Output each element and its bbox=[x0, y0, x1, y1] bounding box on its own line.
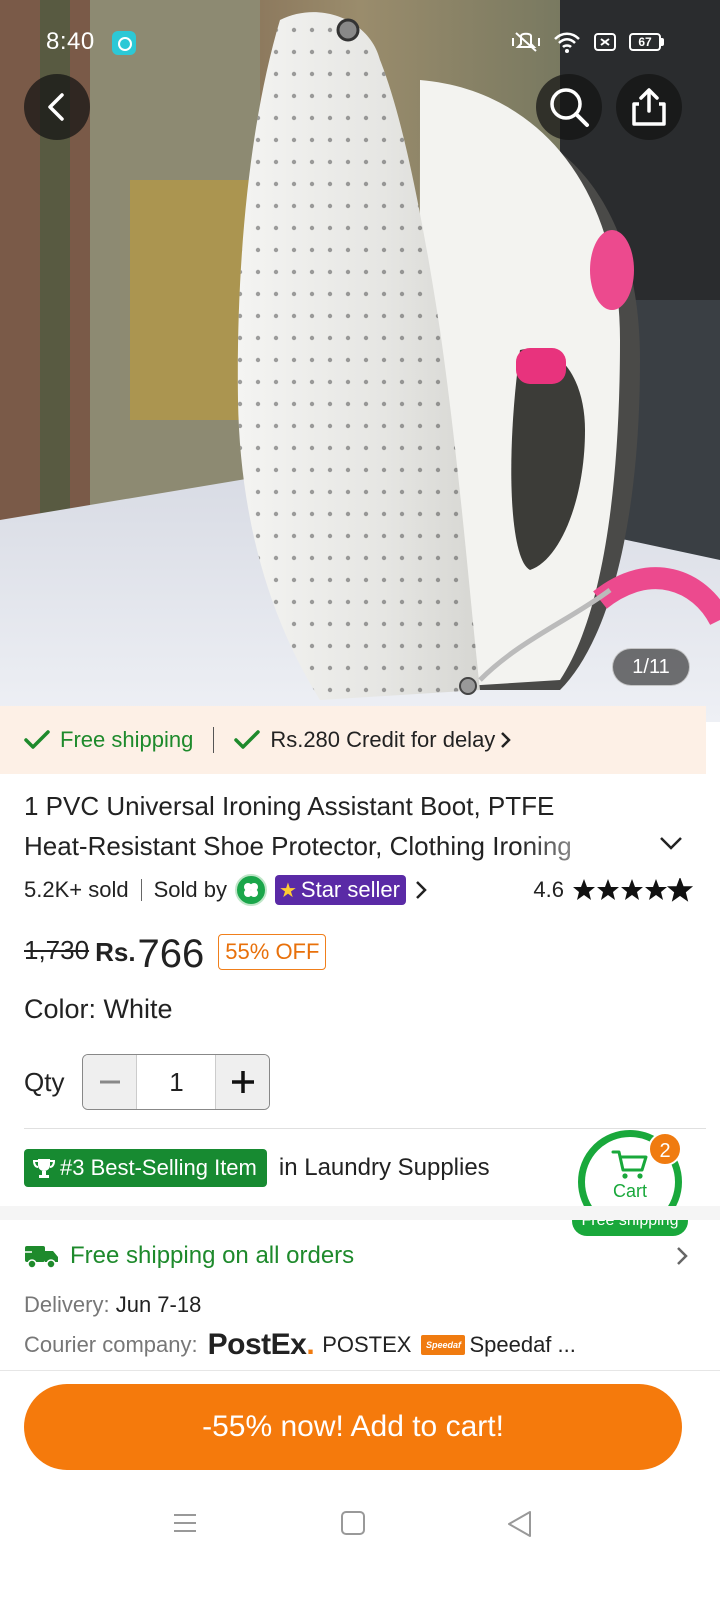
status-bar: 8:40 67 bbox=[0, 0, 720, 88]
minus-icon bbox=[99, 1080, 120, 1084]
courier-speedaf: Speedaf ... bbox=[469, 1332, 576, 1357]
menu-nav-icon[interactable] bbox=[172, 1510, 198, 1536]
free-shipping-row[interactable]: Free shipping on all orders bbox=[24, 1236, 690, 1276]
delivery-value: Jun 7-18 bbox=[115, 1292, 202, 1317]
free-shipping-label: Free shipping bbox=[60, 727, 194, 752]
courier-label: Courier company: bbox=[24, 1332, 198, 1357]
bestseller-label: #3 Best-Selling Item bbox=[60, 1155, 257, 1180]
add-to-cart-button[interactable]: -55% now! Add to cart! bbox=[24, 1384, 682, 1470]
speedaf-logo: Speedaf bbox=[421, 1335, 466, 1355]
original-price: 1,730 bbox=[24, 935, 90, 965]
back-button[interactable] bbox=[24, 74, 90, 140]
status-time: 8:40 bbox=[46, 28, 95, 55]
qty-label: Qty bbox=[24, 1066, 65, 1097]
chevron-right-icon[interactable] bbox=[414, 879, 428, 901]
cart-count-badge: 2 bbox=[648, 1132, 682, 1166]
floating-cart-button[interactable]: Cart 2 Free shipping bbox=[572, 1128, 688, 1238]
shipping-benefits-strip[interactable]: Free shipping Rs.280 Credit for delay bbox=[0, 706, 706, 774]
courier-postex: POSTEX bbox=[322, 1332, 412, 1357]
check-icon bbox=[24, 730, 50, 749]
price-row: 1,730 Rs. 766 55% OFF bbox=[24, 922, 327, 978]
product-meta-row: 5.2K+ sold Sold by ★ Star seller 4.6 bbox=[24, 868, 694, 912]
app-notification-icon bbox=[112, 31, 136, 55]
star-seller-badge[interactable]: ★ Star seller bbox=[274, 875, 406, 905]
search-icon bbox=[550, 88, 589, 127]
product-image-gallery[interactable]: 8:40 67 1/11 bbox=[0, 0, 720, 722]
sold-by-label: Sold by bbox=[153, 877, 227, 902]
divider bbox=[0, 1370, 720, 1371]
cart-label: Cart bbox=[612, 1180, 647, 1201]
chevron-right-icon bbox=[677, 1247, 688, 1265]
screen-record-icon bbox=[594, 33, 616, 51]
delivery-truck-icon bbox=[24, 1246, 58, 1269]
star-seller-label: Star seller bbox=[300, 877, 400, 902]
search-button[interactable] bbox=[536, 74, 602, 140]
currency: Rs. bbox=[95, 937, 136, 967]
divider bbox=[140, 879, 142, 901]
sold-count: 5.2K+ sold bbox=[24, 877, 129, 902]
battery-level: 67 bbox=[629, 33, 661, 51]
expand-title-chevron-down-icon[interactable] bbox=[656, 828, 686, 858]
bestseller-category: in Laundry Supplies bbox=[278, 1154, 490, 1181]
rating[interactable]: 4.6 bbox=[533, 877, 694, 903]
image-counter: 1/11 bbox=[612, 648, 690, 686]
battery-icon: 67 bbox=[629, 33, 664, 51]
system-navigation-bar bbox=[0, 1490, 720, 1600]
courier-row: Courier company: PostEx. POSTEX Speedaf … bbox=[24, 1326, 586, 1364]
product-photo-iron bbox=[0, 0, 720, 722]
rating-stars-icon bbox=[573, 878, 694, 902]
delay-credit-label: Rs.280 Credit for delay bbox=[270, 727, 496, 752]
delay-credit-link[interactable]: Rs.280 Credit for delay bbox=[270, 727, 513, 753]
increase-qty-button[interactable] bbox=[215, 1055, 270, 1109]
back-nav-icon[interactable] bbox=[506, 1510, 534, 1538]
delivery-label: Delivery: bbox=[24, 1292, 110, 1317]
delivery-estimate: Delivery: Jun 7-18 bbox=[24, 1292, 201, 1318]
qty-input[interactable]: 1 bbox=[137, 1055, 215, 1109]
discount-badge: 55% OFF bbox=[218, 934, 327, 970]
chevron-right-icon bbox=[501, 732, 512, 748]
home-nav-icon[interactable] bbox=[340, 1510, 366, 1536]
postex-logo: PostEx. bbox=[207, 1328, 315, 1361]
wifi-icon bbox=[554, 32, 580, 53]
plus-icon bbox=[231, 1071, 254, 1093]
back-arrow-icon bbox=[48, 93, 64, 121]
quantity-stepper: 1 bbox=[82, 1054, 271, 1110]
bestseller-row[interactable]: #3 Best-Selling Item in Laundry Supplies bbox=[24, 1148, 490, 1188]
sale-price: 766 bbox=[137, 932, 205, 976]
mute-vibrate-icon bbox=[512, 32, 540, 52]
free-shipping-all-label: Free shipping on all orders bbox=[70, 1242, 355, 1269]
cart-icon bbox=[611, 1150, 648, 1179]
share-button[interactable] bbox=[616, 74, 682, 140]
quantity-row: Qty 1 bbox=[24, 1054, 271, 1110]
share-icon bbox=[632, 88, 666, 126]
trophy-icon bbox=[32, 1159, 56, 1178]
section-divider bbox=[0, 1206, 720, 1220]
divider bbox=[213, 727, 215, 753]
rating-value: 4.6 bbox=[533, 877, 564, 902]
color-selection[interactable]: Color: White bbox=[24, 994, 173, 1025]
shop-logo[interactable] bbox=[234, 874, 267, 906]
clover-icon bbox=[243, 883, 258, 897]
check-icon bbox=[234, 730, 261, 749]
bestseller-badge: #3 Best-Selling Item bbox=[24, 1149, 267, 1187]
star-seller-icon: ★ bbox=[278, 879, 297, 902]
decrease-qty-button[interactable] bbox=[83, 1055, 138, 1109]
